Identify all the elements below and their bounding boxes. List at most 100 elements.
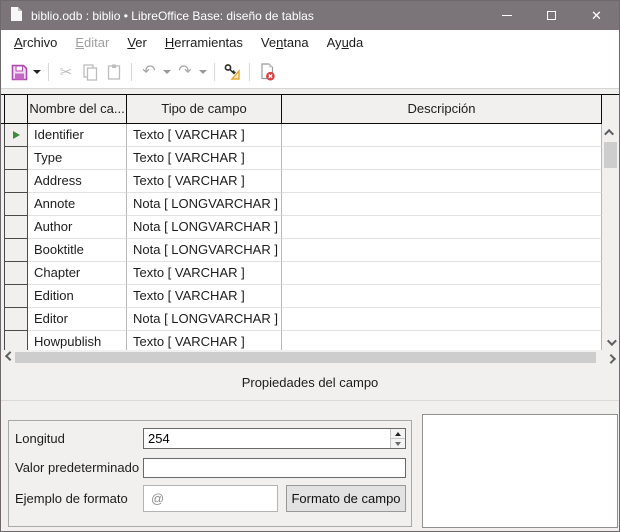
scroll-right-icon[interactable] — [605, 350, 619, 365]
table-row[interactable]: Edition Texto [ VARCHAR ] — [1, 285, 602, 308]
menu-editar[interactable]: Editar — [66, 32, 118, 54]
field-description-cell[interactable] — [282, 170, 602, 193]
undo-icon[interactable]: ↶ — [137, 60, 161, 84]
menu-ventana[interactable]: Ventana — [252, 32, 318, 54]
scroll-up-icon[interactable] — [602, 124, 619, 140]
document-icon — [10, 6, 23, 25]
table-row[interactable]: Chapter Texto [ VARCHAR ] — [1, 262, 602, 285]
maximize-button[interactable] — [529, 1, 574, 30]
field-type-cell[interactable]: Nota [ LONGVARCHAR ] — [127, 308, 282, 331]
field-name-cell[interactable]: Author — [28, 216, 127, 239]
column-header-nombre[interactable]: Nombre del ca... — [28, 95, 127, 124]
field-description-cell[interactable] — [282, 331, 602, 350]
table-row[interactable]: Annote Nota [ LONGVARCHAR ] — [1, 193, 602, 216]
field-type-cell[interactable]: Nota [ LONGVARCHAR ] — [127, 216, 282, 239]
field-name-cell[interactable]: Chapter — [28, 262, 127, 285]
table-row[interactable]: Author Nota [ LONGVARCHAR ] — [1, 216, 602, 239]
field-name-cell[interactable]: Booktitle — [28, 239, 127, 262]
row-selector[interactable] — [4, 216, 28, 239]
table-row[interactable]: Editor Nota [ LONGVARCHAR ] — [1, 308, 602, 331]
vertical-scrollbar[interactable] — [602, 124, 619, 350]
field-description-cell[interactable] — [282, 147, 602, 170]
field-name-cell[interactable]: Address — [28, 170, 127, 193]
field-description-cell[interactable] — [282, 124, 602, 147]
column-header-tipo[interactable]: Tipo de campo — [127, 95, 282, 124]
redo-icon[interactable]: ↷ — [173, 60, 197, 84]
vertical-scroll-track[interactable] — [602, 140, 619, 334]
scroll-down-icon[interactable] — [602, 334, 619, 350]
field-description-cell[interactable] — [282, 193, 602, 216]
column-header-descripcion[interactable]: Descripción — [282, 95, 602, 124]
field-description-cell[interactable] — [282, 262, 602, 285]
field-description-cell[interactable] — [282, 239, 602, 262]
longitud-label: Longitud — [15, 431, 65, 446]
menu-ver[interactable]: Ver — [118, 32, 156, 54]
close-button[interactable]: ✕ — [574, 1, 619, 30]
field-type-cell[interactable]: Nota [ LONGVARCHAR ] — [127, 193, 282, 216]
table-row[interactable]: Identifier Texto [ VARCHAR ] — [1, 124, 602, 147]
field-name-cell[interactable]: Type — [28, 147, 127, 170]
grid-body: Identifier Texto [ VARCHAR ] Type Texto [ V… — [1, 124, 619, 350]
menu-herramientas[interactable]: Herramientas — [156, 32, 252, 54]
menu-ayuda[interactable]: Ayuda — [318, 32, 373, 54]
field-name-cell[interactable]: Howpublish — [28, 331, 127, 350]
field-type-cell[interactable]: Texto [ VARCHAR ] — [127, 285, 282, 308]
row-selector[interactable] — [4, 193, 28, 216]
scroll-left-icon[interactable] — [1, 350, 15, 365]
grid-header: Nombre del ca... Tipo de campo Descripci… — [1, 94, 619, 124]
horizontal-scroll-thumb[interactable] — [15, 352, 596, 363]
minimize-button[interactable] — [484, 1, 529, 30]
save-dropdown-icon[interactable] — [31, 60, 43, 84]
row-selector[interactable] — [4, 262, 28, 285]
paste-icon[interactable] — [102, 60, 126, 84]
cut-icon[interactable]: ✂ — [54, 60, 78, 84]
field-type-cell[interactable]: Texto [ VARCHAR ] — [127, 124, 282, 147]
longitud-input[interactable] — [144, 429, 390, 448]
row-selector-header — [4, 95, 28, 124]
help-panel — [422, 414, 618, 528]
valor-predeterminado-field[interactable] — [143, 458, 406, 478]
vertical-scroll-thumb[interactable] — [604, 142, 617, 168]
field-description-cell[interactable] — [282, 216, 602, 239]
row-selector[interactable] — [4, 331, 28, 350]
redo-dropdown-icon[interactable] — [197, 60, 209, 84]
horizontal-scrollbar[interactable] — [1, 350, 619, 365]
field-description-cell[interactable] — [282, 285, 602, 308]
field-type-cell[interactable]: Texto [ VARCHAR ] — [127, 331, 282, 350]
menu-archivo[interactable]: Archivo — [5, 32, 66, 54]
copy-icon[interactable] — [78, 60, 102, 84]
row-selector[interactable] — [4, 239, 28, 262]
field-type-cell[interactable]: Texto [ VARCHAR ] — [127, 170, 282, 193]
undo-dropdown-icon[interactable] — [161, 60, 173, 84]
properties-section-label: Propiedades del campo — [241, 375, 379, 390]
table-row[interactable]: Howpublish Texto [ VARCHAR ] — [1, 331, 602, 350]
current-row-marker — [12, 131, 20, 139]
table-row[interactable]: Address Texto [ VARCHAR ] — [1, 170, 602, 193]
spin-up-icon[interactable] — [391, 429, 405, 439]
field-type-cell[interactable]: Nota [ LONGVARCHAR ] — [127, 239, 282, 262]
field-name-cell[interactable]: Editor — [28, 308, 127, 331]
field-type-cell[interactable]: Texto [ VARCHAR ] — [127, 262, 282, 285]
row-selector[interactable] — [4, 285, 28, 308]
toolbar-separator — [48, 63, 49, 81]
save-icon[interactable] — [7, 60, 31, 84]
row-selector[interactable] — [4, 170, 28, 193]
formato-de-campo-button[interactable]: Formato de campo — [286, 485, 406, 512]
field-type-cell[interactable]: Texto [ VARCHAR ] — [127, 147, 282, 170]
field-description-cell[interactable] — [282, 308, 602, 331]
field-name-cell[interactable]: Annote — [28, 193, 127, 216]
longitud-field[interactable] — [143, 428, 406, 449]
table-row[interactable]: Type Texto [ VARCHAR ] — [1, 147, 602, 170]
table-row[interactable]: Booktitle Nota [ LONGVARCHAR ] — [1, 239, 602, 262]
valor-predeterminado-input[interactable] — [144, 459, 405, 477]
row-selector[interactable] — [4, 308, 28, 331]
ejemplo-formato-field[interactable]: @ — [143, 485, 278, 512]
spin-down-icon[interactable] — [391, 439, 405, 448]
field-name-cell[interactable]: Identifier — [28, 124, 127, 147]
row-selector[interactable] — [4, 147, 28, 170]
index-design-icon[interactable] — [220, 60, 244, 84]
menu-bar: Archivo Editar Ver Herramientas Ventana … — [1, 30, 619, 56]
row-selector[interactable] — [4, 124, 28, 147]
delete-row-icon[interactable] — [255, 60, 279, 84]
field-name-cell[interactable]: Edition — [28, 285, 127, 308]
